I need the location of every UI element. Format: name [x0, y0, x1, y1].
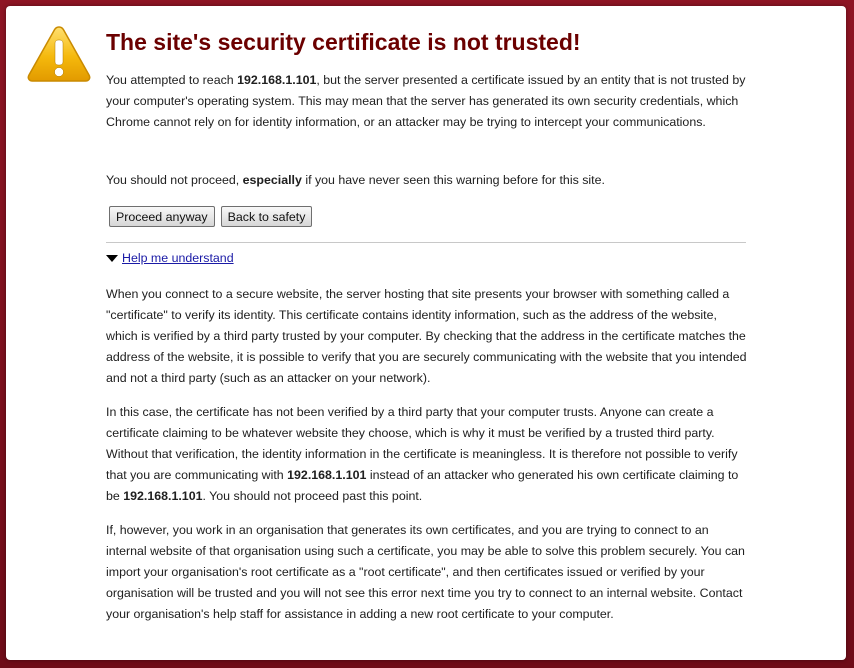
host-address: 192.168.1.101: [237, 73, 317, 87]
intro-paragraph: You attempted to reach 192.168.1.101, bu…: [106, 70, 748, 133]
recommendation-paragraph: You should not proceed, especially if yo…: [106, 170, 748, 191]
emphasis-text: especially: [242, 173, 302, 187]
recommendation-text-b: if you have never seen this warning befo…: [301, 173, 605, 187]
help-paragraph-certificate: When you connect to a secure website, th…: [106, 287, 747, 385]
warning-triangle-icon: [27, 26, 91, 82]
host-address: 192.168.1.101: [287, 468, 367, 482]
help-me-understand-link[interactable]: Help me understand: [122, 251, 234, 265]
divider: [106, 242, 746, 243]
help-paragraph-verification: In this case, the certificate has not be…: [106, 402, 748, 507]
help-paragraph-organisation: If, however, you work in an organisation…: [106, 523, 745, 621]
recommendation-text-a: You should not proceed,: [106, 173, 243, 187]
back-to-safety-button[interactable]: Back to safety: [220, 206, 313, 227]
action-buttons: Proceed anyway Back to safety: [109, 206, 313, 227]
triangle-down-icon[interactable]: [106, 255, 118, 262]
host-address: 192.168.1.101: [123, 489, 203, 503]
interstitial-panel: The site's security certificate is not t…: [6, 6, 846, 660]
help-toggle[interactable]: Help me understand: [106, 251, 234, 265]
proceed-anyway-button[interactable]: Proceed anyway: [109, 206, 215, 227]
page-title: The site's security certificate is not t…: [106, 29, 581, 55]
verification-text-c: . You should not proceed past this point…: [202, 489, 423, 503]
intro-text-a: You attempted to reach: [106, 73, 238, 87]
